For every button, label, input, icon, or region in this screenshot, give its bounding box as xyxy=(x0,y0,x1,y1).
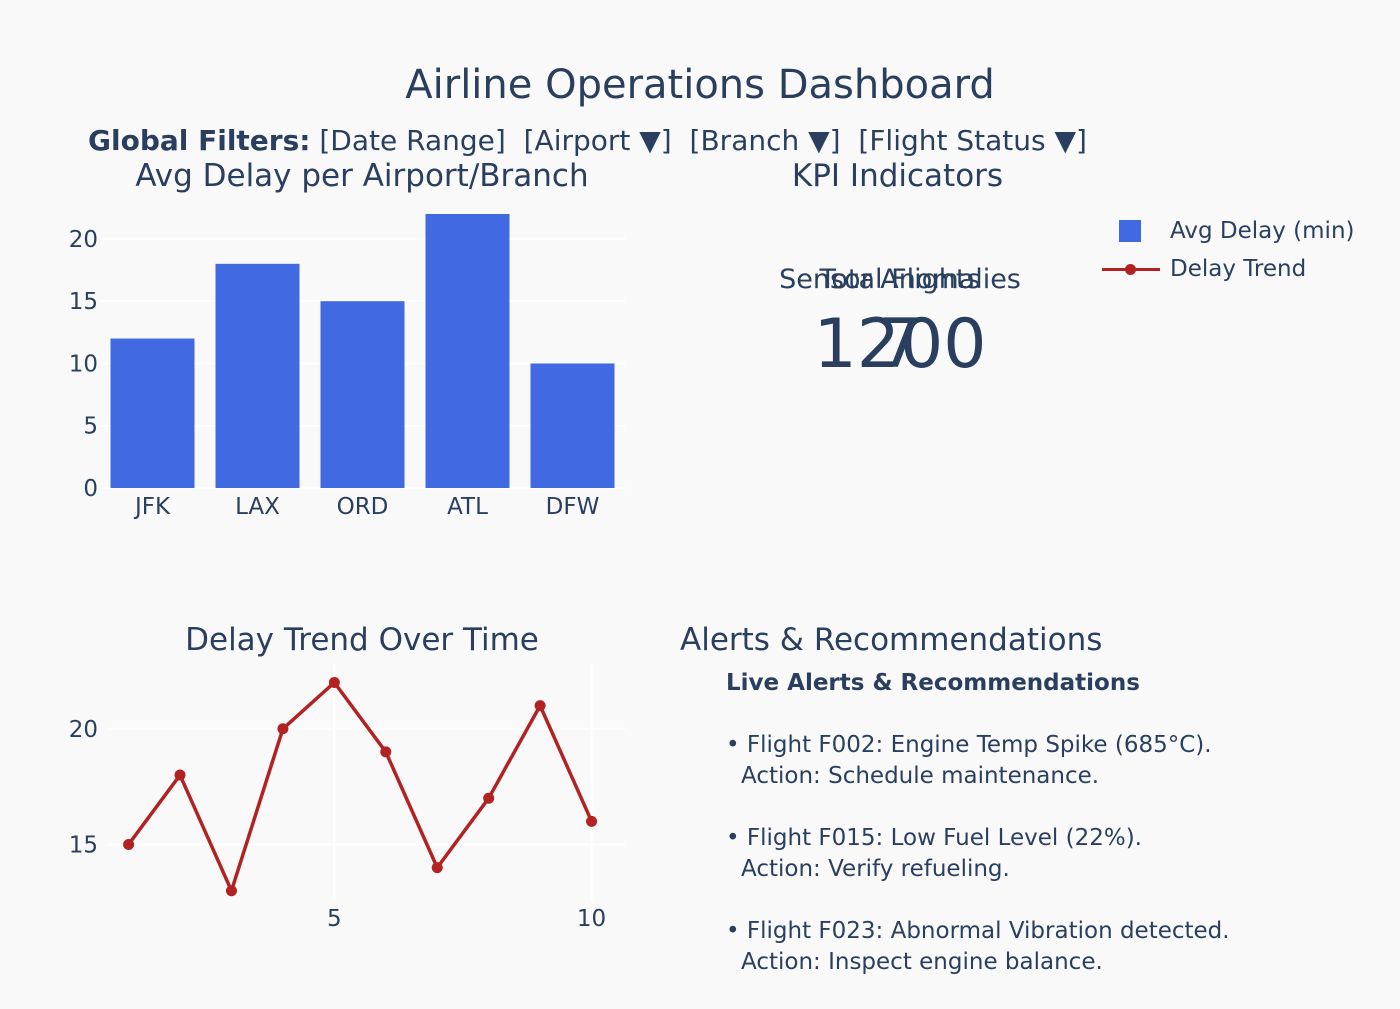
bar xyxy=(425,214,510,488)
y-tick-label: 15 xyxy=(69,289,98,315)
filter-flight-status[interactable]: [Flight Status ▼] xyxy=(858,124,1087,157)
legend-item-avg-delay[interactable]: Avg Delay (min) xyxy=(1100,212,1390,250)
legend-label-avg-delay: Avg Delay (min) xyxy=(1170,218,1355,244)
y-tick-label: 10 xyxy=(69,351,98,377)
data-point xyxy=(534,700,546,712)
alert-text: • Flight F002: Engine Temp Spike (685°C)… xyxy=(726,732,1212,758)
dashboard-title: Airline Operations Dashboard xyxy=(405,62,995,108)
bar xyxy=(530,363,615,488)
filter-airport[interactable]: [Airport ▼] xyxy=(524,124,672,157)
alert-item: • Flight F002: Engine Temp Spike (685°C)… xyxy=(726,730,1366,792)
filter-branch[interactable]: [Branch ▼] xyxy=(690,124,841,157)
line-swatch-icon xyxy=(1100,257,1160,281)
x-tick-label: DFW xyxy=(546,494,600,520)
bar xyxy=(320,301,405,488)
alerts-heading: Live Alerts & Recommendations xyxy=(726,670,1140,696)
bar-chart: 0 5 10 15 20 JFK LAX ORD ATL DFW xyxy=(69,214,625,520)
y-tick-label: 15 xyxy=(69,832,98,858)
y-tick-label: 20 xyxy=(69,227,98,253)
y-tick-label: 20 xyxy=(69,717,98,743)
data-point xyxy=(328,677,340,689)
filters-label: Global Filters: xyxy=(88,124,311,157)
alert-text: • Flight F023: Abnormal Vibration detect… xyxy=(726,918,1230,944)
filter-date-range[interactable]: [Date Range] xyxy=(319,124,505,157)
x-tick-label: 10 xyxy=(577,906,606,932)
alert-text: • Flight F015: Low Fuel Level (22%). xyxy=(726,825,1142,851)
data-point xyxy=(586,815,598,827)
alert-item: • Flight F015: Low Fuel Level (22%). Act… xyxy=(726,823,1366,885)
x-tick-label: JFK xyxy=(133,494,171,520)
legend-item-delay-trend[interactable]: Delay Trend xyxy=(1100,250,1390,288)
alert-action: Action: Schedule maintenance. xyxy=(741,763,1100,789)
alert-action: Action: Inspect engine balance. xyxy=(741,949,1103,975)
data-point xyxy=(380,746,392,758)
legend-label-delay-trend: Delay Trend xyxy=(1170,256,1307,282)
x-tick-label: 5 xyxy=(327,906,342,932)
x-tick-label: LAX xyxy=(235,494,280,520)
x-tick-label: ATL xyxy=(447,494,488,520)
bar xyxy=(110,338,195,488)
line-chart: 5 10 15 20 xyxy=(69,664,625,932)
kpi-sensor-anomalies: Sensor Anomalies 7 xyxy=(690,264,1110,384)
kpi-title: KPI Indicators xyxy=(791,158,1004,194)
data-point xyxy=(174,769,186,781)
data-point xyxy=(123,838,135,850)
series-line xyxy=(127,680,594,893)
legend: Avg Delay (min) Delay Trend xyxy=(1100,212,1390,288)
bar-chart-title: Avg Delay per Airport/Branch xyxy=(135,158,589,194)
y-tick-label: 0 xyxy=(83,476,98,502)
alerts-title: Alerts & Recommendations xyxy=(680,622,1103,658)
y-tick-label: 5 xyxy=(83,414,98,440)
global-filters: Global Filters: [Date Range] [Airport ▼]… xyxy=(88,124,1087,157)
data-point xyxy=(483,792,495,804)
kpi-sensor-anomalies-value: 7 xyxy=(878,305,922,384)
kpi-sensor-anomalies-label: Sensor Anomalies xyxy=(779,264,1021,295)
data-point xyxy=(431,862,443,874)
bar xyxy=(215,263,300,488)
alert-action: Action: Verify refueling. xyxy=(741,856,1010,882)
data-point xyxy=(225,885,237,897)
alerts-panel: Live Alerts & Recommendations • Flight F… xyxy=(726,668,1366,1009)
data-point xyxy=(277,723,289,735)
x-tick-label: ORD xyxy=(337,494,389,520)
bar-swatch-icon xyxy=(1100,219,1160,243)
alert-item: • Flight F023: Abnormal Vibration detect… xyxy=(726,916,1366,978)
